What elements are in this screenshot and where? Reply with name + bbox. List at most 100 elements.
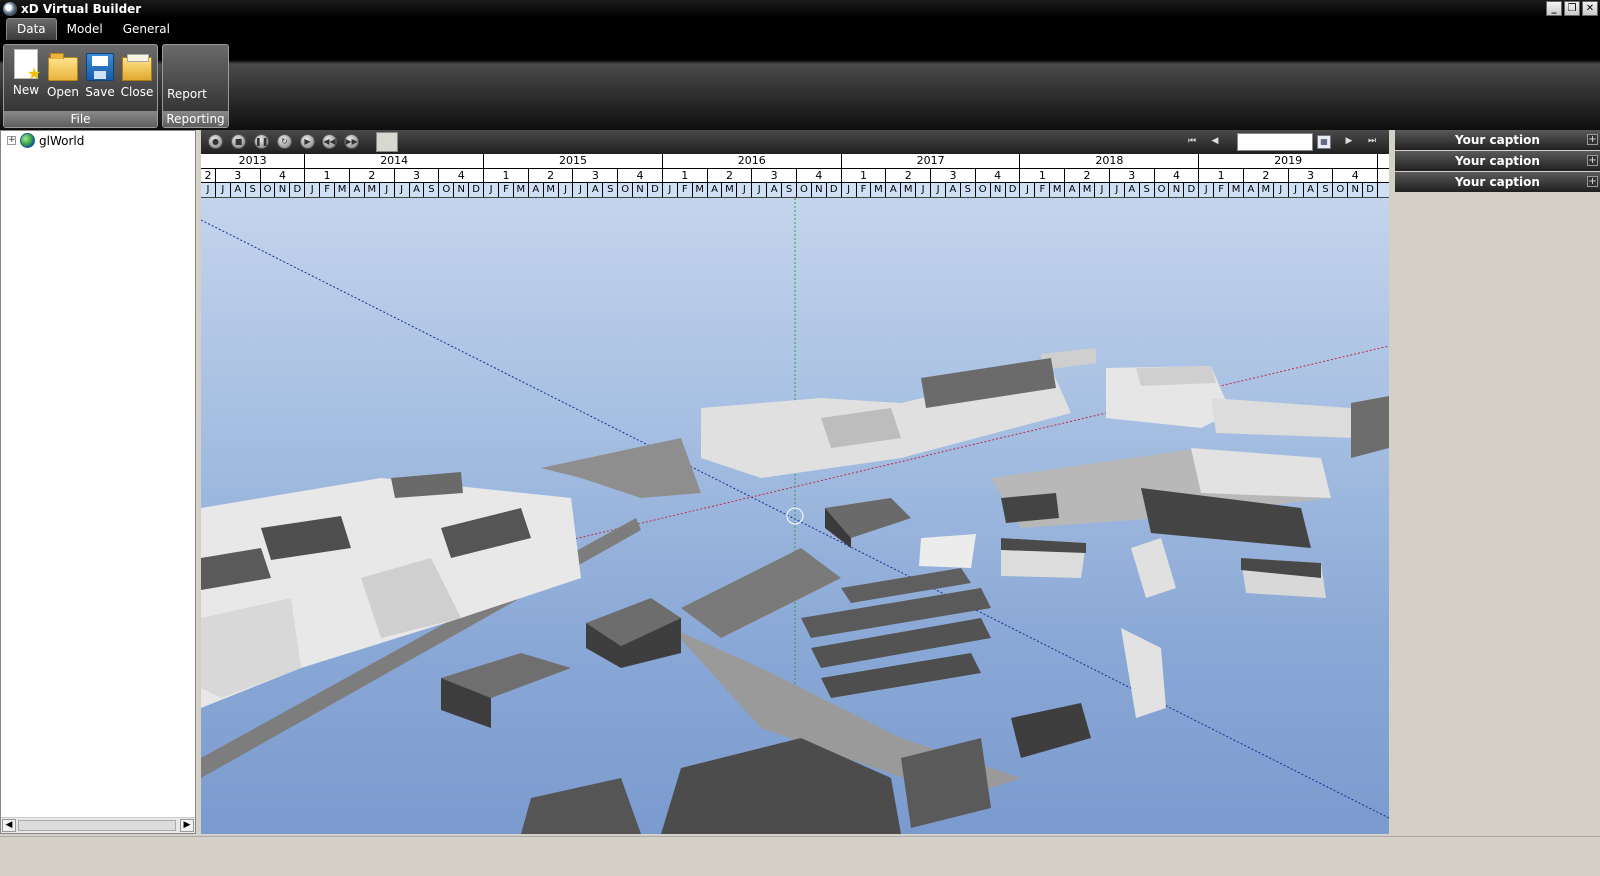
timeline-month-cell[interactable]: A [1244,183,1259,197]
timeline-quarter-cell[interactable]: 2 [886,169,932,183]
caption-panel[interactable]: Your caption + [1395,172,1600,192]
timeline-quarter-cell[interactable]: 4 [976,169,1021,183]
scroll-left-icon[interactable]: ◀ [2,819,16,832]
scroll-thumb[interactable] [18,820,176,831]
timeline-month-cell[interactable]: J [1199,183,1215,197]
timeline-year-cell[interactable]: 2016 [663,154,842,168]
timeline-month-cell[interactable]: J [916,183,932,197]
timeline-year-cell[interactable]: 2018 [1021,154,1200,168]
minimize-button[interactable]: _ [1546,1,1562,16]
timeline-month-cell[interactable]: A [588,183,604,197]
expand-plus-icon[interactable]: + [1587,176,1598,187]
timeline-quarter-cell[interactable]: 2 [1244,169,1289,183]
scroll-right-icon[interactable]: ▶ [180,819,194,832]
play-icon[interactable]: ▶ [300,134,315,149]
timeline-year-cell[interactable]: 2013 [201,154,306,168]
timeline-month-cell[interactable]: D [1363,183,1379,197]
timeline-quarter-cell[interactable]: 4 [1155,169,1200,183]
timeline-month-cell[interactable]: D [1184,183,1200,197]
timeline-month-cell[interactable]: S [961,183,976,197]
timeline-year-cell[interactable]: 2015 [484,154,663,168]
timeline-month-cell[interactable]: D [648,183,663,197]
timeline-month-cell[interactable]: O [1333,183,1349,197]
timeline-month-cell[interactable]: J [1289,183,1304,197]
timeline-year-cell[interactable]: 2017 [842,154,1021,168]
timeline-quarter-cell[interactable]: 2 [529,169,574,183]
timeline-month-cell[interactable]: M [335,183,350,197]
timeline-month-cell[interactable]: D [1006,183,1021,197]
timeline-month-cell[interactable]: M [1050,183,1066,197]
timeline-month-cell[interactable]: M [514,183,529,197]
timeline-quarter-cell[interactable]: 2 [350,169,395,183]
timeline-month-cell[interactable]: J [1095,183,1110,197]
timeline-month-cell[interactable]: A [231,183,246,197]
timeline-month-cell[interactable]: N [1348,183,1364,197]
timeline-quarter-cell[interactable]: 3 [1110,169,1155,183]
close-window-button[interactable]: ✕ [1582,1,1598,16]
timeline-month-cell[interactable]: D [827,183,842,197]
timeline-month-cell[interactable]: M [693,183,708,197]
timeline-month-cell[interactable]: S [782,183,797,197]
3d-viewport[interactable] [201,198,1389,834]
caption-panel[interactable]: Your caption + [1395,151,1600,171]
timeline-month-cell[interactable]: J [1021,183,1036,197]
timeline-month-cell[interactable]: M [1229,183,1244,197]
report-button[interactable]: Report [165,87,209,101]
timeline-quarter-cell[interactable]: 3 [395,169,440,183]
expand-icon[interactable]: + [7,136,16,145]
next-icon[interactable]: ▶ [1342,134,1356,149]
tab-data[interactable]: Data [6,18,57,40]
timeline-year-cell[interactable]: 2019 [1199,154,1379,168]
timeline-month-cell[interactable]: M [365,183,380,197]
previous-icon[interactable]: ◀ [1208,134,1222,149]
timeline-month-cell[interactable]: A [946,183,961,197]
timeline-month-cell[interactable]: N [454,183,470,197]
date-input[interactable] [1237,133,1313,151]
timeline-month-cell[interactable]: O [797,183,812,197]
timeline-quarter-cell[interactable]: 3 [1289,169,1334,183]
timeline-quarter-cell[interactable]: 3 [752,169,797,183]
timeline-month-cell[interactable]: F [857,183,872,197]
timeline-month-cell[interactable]: J [216,183,231,197]
timeline-month-cell[interactable]: F [678,183,693,197]
timeline-quarter-cell[interactable]: 2 [708,169,753,183]
fast-forward-icon[interactable]: ▶▶ [344,134,359,149]
timeline-month-cell[interactable]: A [886,183,902,197]
tab-general[interactable]: General [113,19,180,40]
timeline-month-cell[interactable]: M [1080,183,1095,197]
timeline-quarter-cell[interactable]: 3 [931,169,976,183]
timeline-quarter-cell[interactable]: 1 [305,169,350,183]
timeline-month-cell[interactable]: N [276,183,291,197]
last-icon[interactable]: ⏭ [1365,134,1379,149]
timeline-month-cell[interactable]: A [529,183,544,197]
timeline-month-cell[interactable]: D [290,183,306,197]
timeline-month-cell[interactable]: D [469,183,485,197]
timeline-month-cell[interactable]: S [1319,183,1334,197]
timeline-month-cell[interactable]: O [618,183,634,197]
timeline-month-cell[interactable]: M [723,183,738,197]
timeline-quarter-cell[interactable]: 1 [1021,169,1066,183]
timeline-quarter-cell[interactable]: 1 [1199,169,1244,183]
timeline[interactable]: 2013 2014 2015 2016 2017 2018 2019 2 3 4 1 2 3 4 1 2 3 4 1… [201,154,1389,198]
timeline-quarter-cell[interactable]: 4 [618,169,663,183]
timeline-month-cell[interactable]: A [1304,183,1319,197]
tab-model[interactable]: Model [57,19,113,40]
timeline-month-cell[interactable]: N [812,183,827,197]
timeline-quarter-cell[interactable]: 1 [484,169,529,183]
timeline-month-cell[interactable]: J [752,183,768,197]
timeline-month-cell[interactable]: F [1214,183,1230,197]
caption-panel[interactable]: Your caption + [1395,130,1600,150]
timeline-month-cell[interactable]: N [1170,183,1185,197]
record-icon[interactable]: ● [208,134,223,149]
timeline-month-cell[interactable]: J [305,183,321,197]
timeline-quarter-cell[interactable]: 2 [201,169,216,183]
timeline-month-cell[interactable]: F [320,183,336,197]
timeline-month-cell[interactable]: S [603,183,619,197]
timeline-month-cell[interactable]: A [708,183,723,197]
timeline-month-cell[interactable]: J [380,183,395,197]
timeline-month-cell[interactable]: M [544,183,559,197]
timeline-month-cell[interactable]: J [574,183,589,197]
timeline-month-cell[interactable]: M [901,183,917,197]
timeline-month-cell[interactable]: A [1065,183,1081,197]
loop-icon[interactable]: ↻ [277,134,292,149]
